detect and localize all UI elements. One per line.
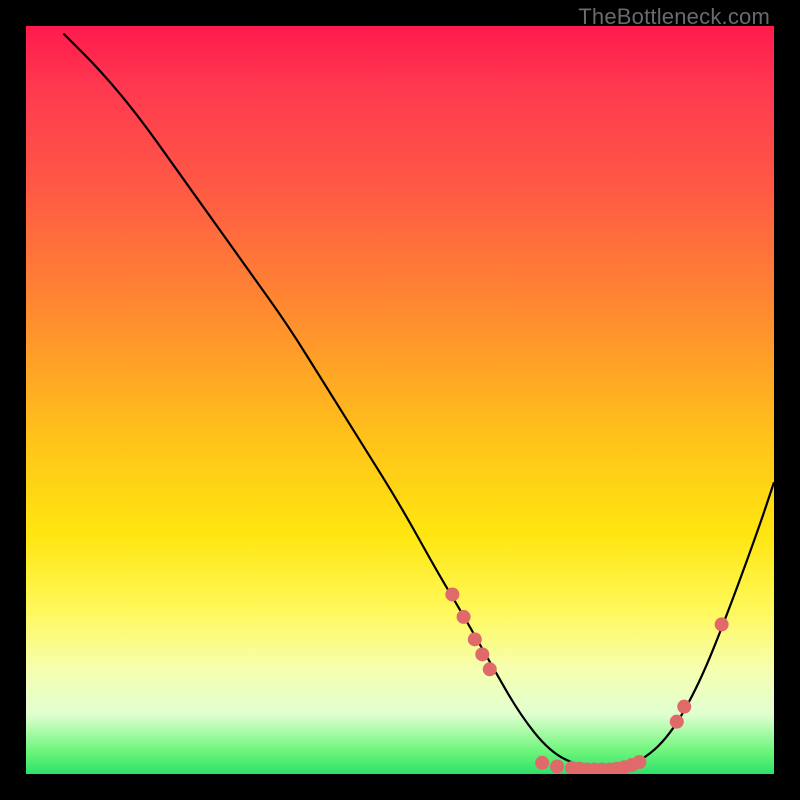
marker-dot bbox=[670, 715, 684, 729]
marker-dot bbox=[550, 760, 564, 774]
watermark-text: TheBottleneck.com bbox=[578, 4, 770, 30]
marker-dot bbox=[483, 662, 497, 676]
chart-svg bbox=[26, 26, 774, 774]
marker-dot bbox=[457, 610, 471, 624]
marker-dot bbox=[677, 700, 691, 714]
marker-dot bbox=[445, 587, 459, 601]
bottleneck-curve bbox=[63, 33, 774, 769]
marker-dot bbox=[632, 755, 646, 769]
marker-dots bbox=[445, 587, 728, 774]
marker-dot bbox=[475, 647, 489, 661]
chart-frame bbox=[26, 26, 774, 774]
marker-dot bbox=[715, 617, 729, 631]
marker-dot bbox=[468, 632, 482, 646]
marker-dot bbox=[535, 756, 549, 770]
